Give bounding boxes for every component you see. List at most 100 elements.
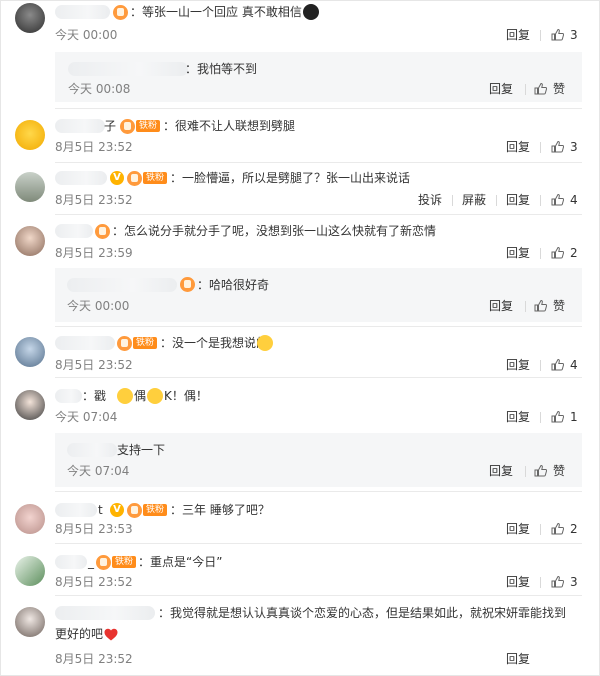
reply-button[interactable]: 回复	[506, 140, 530, 154]
reply-button[interactable]: 回复	[506, 28, 530, 42]
timestamp: 8月5日 23:53	[55, 522, 133, 536]
comment-text: ：没一个是我想说的	[160, 336, 269, 350]
username-tail[interactable]: t	[98, 501, 103, 519]
avatar[interactable]	[15, 172, 45, 202]
heart-icon	[104, 628, 118, 641]
emoji-icon	[303, 4, 319, 20]
avatar[interactable]	[15, 120, 45, 150]
like-label[interactable]: 赞	[553, 82, 565, 96]
reply-button[interactable]: 回复	[506, 575, 530, 589]
reply-button[interactable]: 回复	[489, 464, 513, 478]
comment-text-part: 偶	[134, 389, 147, 403]
like-count: 1	[570, 410, 578, 424]
avatar[interactable]	[15, 607, 45, 637]
reply-text: ：我怕等不到	[185, 62, 258, 76]
comment-text: ：我觉得就是想认认真真谈个恋爱的心态，但是结果如此，就祝宋妍霏能找到	[158, 606, 567, 620]
thumb-up-icon[interactable]	[551, 193, 564, 206]
reply-button[interactable]: 回复	[506, 358, 530, 372]
avatar[interactable]	[15, 226, 45, 256]
thumb-up-icon[interactable]	[551, 28, 564, 41]
timestamp: 8月5日 23:52	[55, 193, 133, 207]
fan-badge: 铁粉	[143, 504, 168, 516]
reply-button[interactable]: 回复	[506, 410, 530, 424]
divider	[540, 142, 541, 153]
emoji-icon	[117, 388, 133, 404]
like-count: 2	[570, 246, 578, 260]
emoji-icon	[257, 335, 273, 351]
thumb-up-icon[interactable]	[551, 246, 564, 259]
reply-button[interactable]: 回复	[506, 522, 530, 536]
report-button[interactable]: 投诉	[418, 193, 442, 207]
like-label[interactable]: 赞	[553, 299, 565, 313]
vip-icon	[117, 336, 132, 351]
divider	[55, 108, 582, 109]
reply-button[interactable]: 回复	[506, 193, 530, 207]
thumb-up-icon[interactable]	[534, 82, 547, 95]
block-button[interactable]: 屏蔽	[462, 193, 486, 207]
avatar[interactable]	[15, 556, 45, 586]
divider	[540, 30, 541, 41]
thumb-up-icon[interactable]	[551, 522, 564, 535]
username-blurred[interactable]	[55, 606, 155, 620]
like-label[interactable]: 赞	[553, 464, 565, 478]
username-blurred[interactable]	[55, 503, 97, 517]
comment-text-part: ：戳	[82, 389, 107, 403]
divider	[540, 195, 541, 206]
reply-item: ：哈哈很好奇 今天 00:00 回复 赞	[55, 268, 582, 322]
divider	[540, 524, 541, 535]
username-blurred[interactable]	[67, 278, 177, 292]
divider	[525, 301, 526, 312]
divider	[55, 326, 582, 327]
username-blurred[interactable]	[55, 224, 93, 238]
comment-text: ：等张一山一个回应 真不敢相信	[130, 5, 302, 19]
reply-button[interactable]: 回复	[489, 82, 513, 96]
reply-item: ：我怕等不到 今天 00:08 回复 赞	[55, 52, 582, 102]
username-blurred[interactable]	[68, 62, 188, 76]
divider	[55, 491, 582, 492]
username-blurred[interactable]	[67, 443, 117, 457]
vip-icon	[96, 555, 111, 570]
username-blurred[interactable]	[55, 555, 87, 569]
avatar[interactable]	[15, 390, 45, 420]
thumb-up-icon[interactable]	[551, 410, 564, 423]
thumb-up-icon[interactable]	[534, 464, 547, 477]
timestamp: 8月5日 23:52	[55, 358, 133, 372]
thumb-up-icon[interactable]	[551, 358, 564, 371]
username-blurred[interactable]	[55, 389, 82, 403]
thumb-up-icon[interactable]	[551, 140, 564, 153]
username-blurred[interactable]	[55, 171, 107, 185]
divider	[452, 195, 453, 206]
username-tail[interactable]: 子	[104, 117, 116, 135]
username-tail[interactable]: _	[88, 553, 94, 571]
vip-icon	[120, 119, 135, 134]
timestamp: 8月5日 23:52	[55, 140, 133, 154]
verified-icon: V	[110, 171, 124, 185]
username-blurred[interactable]	[55, 119, 105, 133]
divider	[540, 248, 541, 259]
comment-text-line2: 更好的吧	[55, 627, 104, 641]
timestamp: 8月5日 23:59	[55, 246, 133, 260]
username-blurred[interactable]	[55, 5, 110, 19]
fan-badge: 铁粉	[133, 337, 158, 349]
avatar[interactable]	[15, 3, 45, 33]
comment-text-part: K！偶！	[164, 389, 208, 403]
vip-icon	[127, 503, 142, 518]
thumb-up-icon[interactable]	[534, 299, 547, 312]
like-count: 2	[570, 522, 578, 536]
reply-button[interactable]: 回复	[506, 246, 530, 260]
divider	[540, 412, 541, 423]
vip-icon	[180, 277, 195, 292]
reply-button[interactable]: 回复	[489, 299, 513, 313]
avatar[interactable]	[15, 504, 45, 534]
username-blurred[interactable]	[55, 336, 115, 350]
reply-button[interactable]: 回复	[506, 652, 530, 666]
timestamp: 今天 00:08	[68, 82, 131, 96]
comment-text: ：怎么说分手就分手了呢，没想到张一山这么快就有了新恋情	[112, 224, 437, 238]
avatar[interactable]	[15, 337, 45, 367]
divider	[55, 162, 582, 163]
like-count: 3	[570, 28, 578, 42]
emoji-icon	[147, 388, 163, 404]
divider	[496, 195, 497, 206]
thumb-up-icon[interactable]	[551, 575, 564, 588]
like-count: 3	[570, 140, 578, 154]
